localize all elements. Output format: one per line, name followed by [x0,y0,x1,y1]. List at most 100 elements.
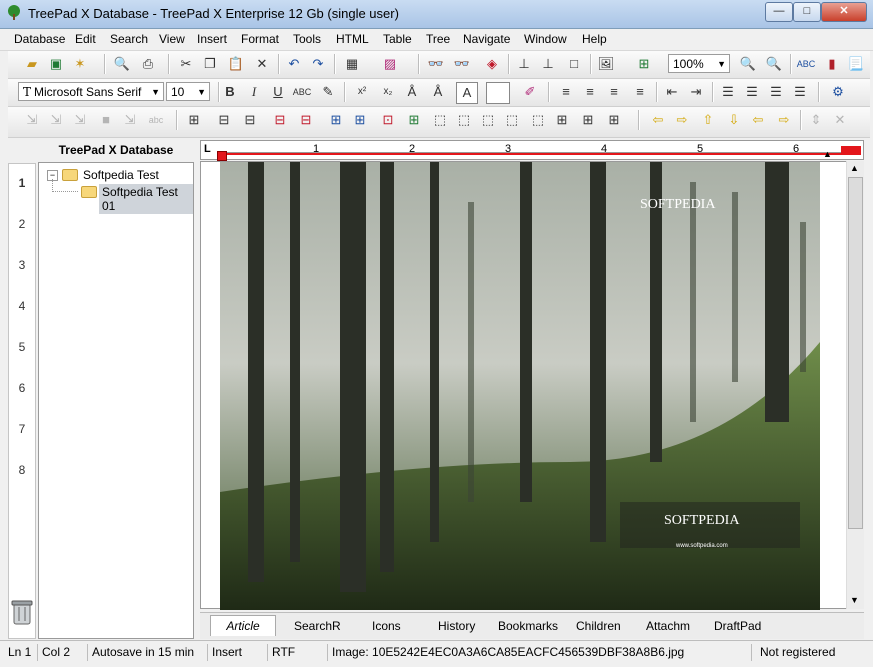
tab-children[interactable]: Children [576,619,621,633]
insert-special-icon[interactable]: ▨ [380,54,400,74]
right-indent-marker[interactable]: ▲ [823,149,832,159]
menu-navigate[interactable]: Navigate [463,32,510,46]
outdent-icon[interactable]: ⇤ [662,82,682,102]
table-delete-row-icon[interactable]: ⊟ [270,110,290,130]
font-size-select[interactable]: 10 ▼ [166,82,210,101]
table-col-left-icon[interactable]: ⊟ [240,110,260,130]
tab-bookmarks[interactable]: Bookmarks [498,619,558,633]
tab-stop-icon[interactable]: L [204,143,211,155]
grow-font-icon[interactable]: Å [402,82,422,102]
indent-icon[interactable]: ⇥ [686,82,706,102]
insert-date-icon[interactable]: ▦ [342,54,362,74]
collapse-icon[interactable]: ✕ [830,110,850,130]
print-preview-icon[interactable]: 🔍 [112,54,132,74]
node-number[interactable]: 2 [9,217,35,231]
delete-icon[interactable]: ✕ [252,54,272,74]
arrow-right-icon[interactable]: ⇨ [774,110,794,130]
maximize-button[interactable]: □ [793,2,821,22]
undo-icon[interactable]: ↶ [284,54,304,74]
tree-move-4-icon[interactable]: ⇲ [120,110,140,130]
menu-help[interactable]: Help [582,32,607,46]
tree-box-icon[interactable]: ■ [96,110,116,130]
zoom-select[interactable]: 100% ▼ [668,54,730,73]
highlight-marker-icon[interactable]: ✐ [520,82,540,102]
table-border-4-icon[interactable]: ⬚ [502,110,522,130]
align-center-icon[interactable]: ≡ [580,82,600,102]
table-border-7-icon[interactable]: ⊞ [578,110,598,130]
frame-icon[interactable]: □ [564,54,584,74]
table-border-2-icon[interactable]: ⬚ [454,110,474,130]
move-updown-icon[interactable]: ⇕ [806,110,826,130]
node-number[interactable]: 6 [9,381,35,395]
copy-icon[interactable]: ❐ [200,54,220,74]
node-number[interactable]: 1 [9,176,35,190]
abc-dim-button[interactable]: abc [146,110,166,130]
menu-window[interactable]: Window [524,32,567,46]
table-border-8-icon[interactable]: ⊞ [604,110,624,130]
tree-move-icon[interactable]: ⇲ [22,110,42,130]
table-row-above-icon[interactable]: ⊟ [214,110,234,130]
font-name-select[interactable]: T Microsoft Sans Serif ▼ [18,82,164,101]
paragraph-options-icon[interactable]: ⚙ [828,82,848,102]
node-number[interactable]: 4 [9,299,35,313]
menu-html[interactable]: HTML [336,32,369,46]
justify-icon[interactable]: ≡ [630,82,650,102]
tree-move-3-icon[interactable]: ⇲ [70,110,90,130]
paste-icon[interactable]: 📋 [226,54,246,74]
tab-draftpad[interactable]: DraftPad [714,619,761,633]
text-color-button[interactable]: A [456,82,478,104]
save-icon[interactable]: ▣ [46,54,66,74]
cut-icon[interactable]: ✂ [176,54,196,74]
table-delete-col-icon[interactable]: ⊟ [296,110,316,130]
node-number[interactable]: 5 [9,340,35,354]
tree-move-2-icon[interactable]: ⇲ [46,110,66,130]
scroll-thumb[interactable] [848,177,863,529]
spellcheck-icon[interactable]: ABC [796,54,816,74]
menu-tree[interactable]: Tree [426,32,450,46]
tab-history[interactable]: History [438,619,475,633]
menu-insert[interactable]: Insert [197,32,227,46]
arrow-left-icon[interactable]: ⇦ [748,110,768,130]
node-number[interactable]: 7 [9,422,35,436]
menu-table[interactable]: Table [383,32,412,46]
insert-table-icon[interactable]: ⊞ [184,110,204,130]
scroll-up-icon[interactable]: ▲ [850,163,859,173]
menu-database[interactable]: Database [14,32,65,46]
align-objects-2-icon[interactable]: ⊥ [538,54,558,74]
align-left-icon[interactable]: ≡ [556,82,576,102]
arrow-right-node-icon[interactable]: ⇨ [672,110,692,130]
hyperlink-icon[interactable]: ◈ [482,54,502,74]
ruler[interactable]: L 1 2 3 4 5 6 ▲ [200,140,864,161]
minimize-button[interactable]: — [765,2,793,22]
tab-icons[interactable]: Icons [372,619,401,633]
table-merge-icon[interactable]: ⊞ [326,110,346,130]
zoom-out-icon[interactable]: 🔍 [738,54,758,74]
node-number[interactable]: 3 [9,258,35,272]
shrink-font-icon[interactable]: Å [428,82,448,102]
menu-tools[interactable]: Tools [293,32,321,46]
numbering-icon[interactable]: ☰ [742,82,762,102]
find-replace-icon[interactable]: 👓 [452,54,472,74]
align-objects-icon[interactable]: ⊥ [514,54,534,74]
tree-node-softpedia-test[interactable]: Softpedia Test [83,168,159,182]
list-style-2-icon[interactable]: ☰ [790,82,810,102]
menu-format[interactable]: Format [241,32,279,46]
align-right-icon[interactable]: ≡ [604,82,624,102]
superscript-button[interactable]: x² [352,82,372,102]
clear-format-icon[interactable]: ✎ [318,82,338,102]
table-border-3-icon[interactable]: ⬚ [478,110,498,130]
new-node-icon[interactable]: ✶ [70,54,90,74]
redo-icon[interactable]: ↷ [308,54,328,74]
bullets-icon[interactable]: ☰ [718,82,738,102]
table-cell-icon[interactable]: ⊡ [378,110,398,130]
table-add-cell-icon[interactable]: ⊞ [404,110,424,130]
underline-button[interactable]: U [268,82,288,102]
tab-article[interactable]: Article [210,615,276,636]
open-folder-icon[interactable]: ▰ [22,54,42,74]
arrow-up-icon[interactable]: ⇧ [698,110,718,130]
table-split-icon[interactable]: ⊞ [350,110,370,130]
background-color-button[interactable] [486,82,510,104]
insert-picture-icon[interactable]: 🖼 [596,54,616,74]
tree-node-softpedia-test-01[interactable]: Softpedia Test 01 [99,184,193,214]
zoom-in-icon[interactable]: 🔍 [764,54,784,74]
